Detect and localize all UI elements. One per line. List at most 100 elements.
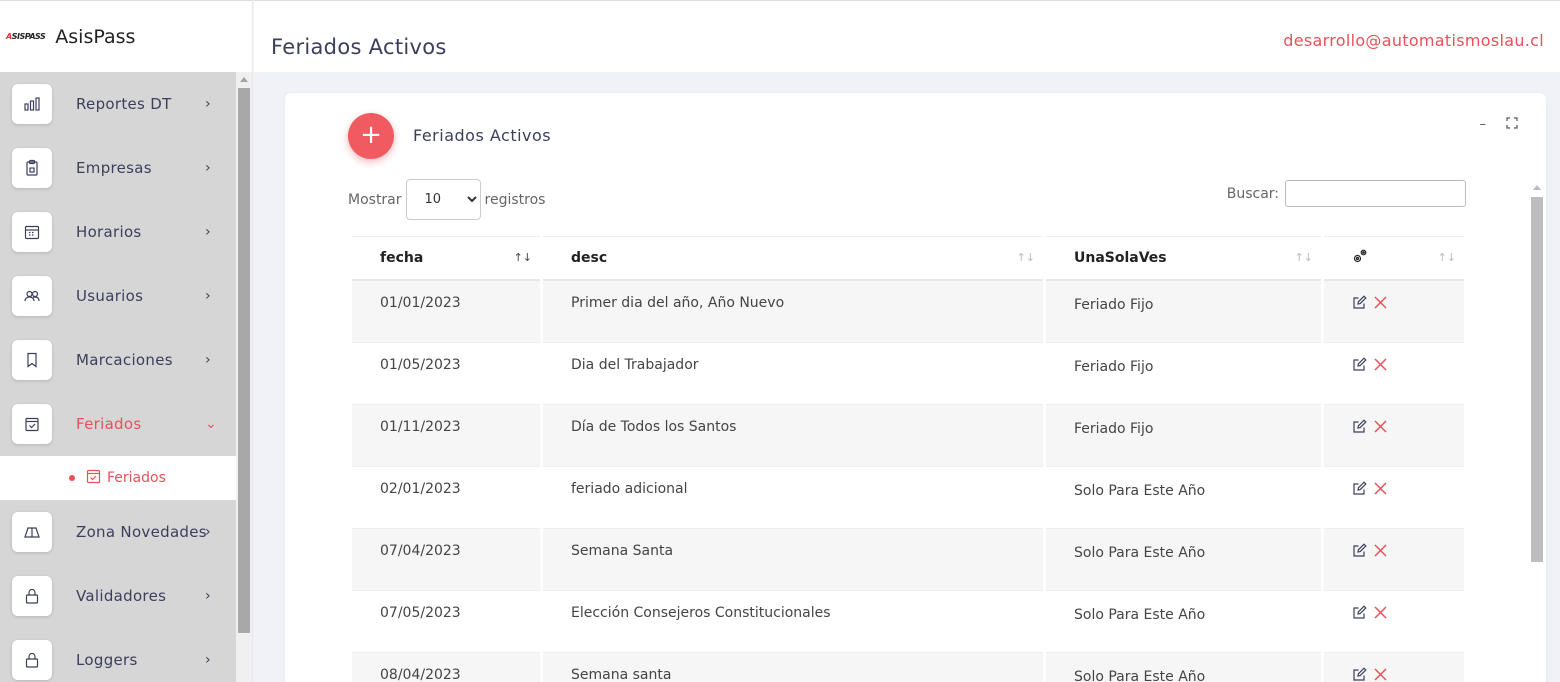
column-header-fecha[interactable]: fecha ↑↓ [352, 236, 540, 281]
sidebar-item-feriados[interactable]: Feriados ⌄ [0, 392, 236, 456]
bar-chart-icon [12, 84, 52, 124]
table-row: 01/11/2023 Día de Todos los Santos Feriado… [352, 405, 1464, 467]
sort-icon[interactable]: ↑↓ [1438, 251, 1456, 264]
delete-icon[interactable] [1373, 605, 1388, 624]
sidebar: ASISPASS AsisPass Reportes DT › Empresas… [0, 0, 253, 682]
sidebar-item-loggers[interactable]: Loggers › [0, 628, 236, 682]
table-row: 07/04/2023 Semana Santa Solo Para Este Año [352, 529, 1464, 591]
sort-asc-icon[interactable]: ↑↓ [514, 251, 532, 264]
length-suffix: registros [484, 191, 546, 208]
edit-icon[interactable] [1352, 357, 1367, 376]
column-header-label: desc [571, 250, 608, 266]
table-row: 02/01/2023 feriado adicional Solo Para Est… [352, 467, 1464, 529]
cell-fecha: 02/01/2023 [352, 467, 540, 529]
cell-fecha: 07/04/2023 [352, 529, 540, 591]
card-tools: – [1480, 117, 1519, 133]
sort-icon[interactable]: ↑↓ [1295, 251, 1313, 264]
fullscreen-icon[interactable] [1506, 117, 1518, 133]
sidebar-item-zona-novedades[interactable]: Zona Novedades › [0, 500, 236, 564]
cell-unasolaves: Solo Para Este Año [1046, 653, 1321, 682]
cell-actions [1324, 591, 1464, 653]
scroll-up-arrow-icon[interactable] [1533, 185, 1541, 190]
delete-icon[interactable] [1373, 481, 1388, 500]
cell-fecha: 01/11/2023 [352, 405, 540, 467]
sidebar-item-label: Marcaciones [76, 351, 173, 369]
brand[interactable]: ASISPASS AsisPass [0, 0, 252, 72]
column-header-label: fecha [380, 250, 424, 266]
chevron-right-icon: › [205, 352, 211, 368]
table-header-row: fecha ↑↓ desc ↑↓ UnaSolaVes ↑↓ ↑↓ [352, 236, 1464, 281]
sidebar-item-label: Usuarios [76, 287, 144, 305]
cell-actions [1324, 343, 1464, 405]
sidebar-item-label: Feriados [76, 415, 142, 433]
cell-desc: Semana Santa [543, 529, 1043, 591]
edit-icon[interactable] [1352, 667, 1367, 682]
delete-icon[interactable] [1373, 357, 1388, 376]
table-row: 01/01/2023 Primer dia del año, Año Nuevo F… [352, 281, 1464, 343]
sidebar-item-empresas[interactable]: Empresas › [0, 136, 236, 200]
scroll-up-arrow-icon[interactable] [240, 77, 248, 82]
minimize-icon[interactable]: – [1480, 117, 1487, 133]
table-scrollbar[interactable] [1529, 181, 1546, 682]
delete-icon[interactable] [1373, 667, 1388, 682]
delete-icon[interactable] [1373, 543, 1388, 562]
chevron-right-icon: › [205, 160, 211, 176]
table-row: 08/04/2023 Semana santa Solo Para Este Año [352, 653, 1464, 682]
submenu-item-feriados[interactable]: Feriados [0, 456, 236, 500]
sidebar-scrollbar[interactable] [236, 72, 252, 682]
brand-logo: ASISPASS [6, 32, 46, 41]
cell-actions [1324, 529, 1464, 591]
sidebar-item-label: Zona Novedades [76, 523, 207, 541]
calendar-grid-icon [12, 212, 52, 252]
sidebar-item-validadores[interactable]: Validadores › [0, 564, 236, 628]
column-header-actions[interactable]: ↑↓ [1324, 236, 1464, 281]
calendar-check-icon [86, 469, 101, 488]
column-header-label: UnaSolaVes [1074, 250, 1167, 266]
user-email-link[interactable]: desarrollo@automatismoslau.cl [1283, 31, 1544, 50]
sidebar-item-label: Empresas [76, 159, 152, 177]
chevron-right-icon: › [205, 288, 211, 304]
sidebar-item-label: Horarios [76, 223, 142, 241]
cell-actions [1324, 467, 1464, 529]
cell-unasolaves: Solo Para Este Año [1046, 467, 1321, 529]
delete-icon[interactable] [1373, 295, 1388, 314]
sidebar-item-reportes-dt[interactable]: Reportes DT › [0, 72, 236, 136]
chevron-right-icon: › [205, 588, 211, 604]
cell-fecha: 08/04/2023 [352, 653, 540, 682]
add-feriado-button[interactable]: + [348, 113, 394, 159]
page-title: Feriados Activos [271, 35, 447, 59]
sidebar-menu: Reportes DT › Empresas › Horarios › Usua… [0, 72, 236, 682]
scrollbar-thumb[interactable] [1531, 197, 1543, 562]
submenu-label: Feriados [107, 470, 166, 486]
table-row: 07/05/2023 Elección Consejeros Constituci… [352, 591, 1464, 653]
sidebar-item-label: Reportes DT [76, 95, 172, 113]
sidebar-item-label: Validadores [76, 587, 167, 605]
delete-icon[interactable] [1373, 419, 1388, 438]
search-input[interactable] [1285, 180, 1466, 207]
length-prefix: Mostrar [348, 191, 402, 208]
sidebar-item-marcaciones[interactable]: Marcaciones › [0, 328, 236, 392]
cell-unasolaves: Solo Para Este Año [1046, 529, 1321, 591]
cell-unasolaves: Feriado Fijo [1046, 281, 1321, 343]
cell-desc: Día de Todos los Santos [543, 405, 1043, 467]
column-header-desc[interactable]: desc ↑↓ [543, 236, 1043, 281]
sort-icon[interactable]: ↑↓ [1017, 251, 1035, 264]
edit-icon[interactable] [1352, 543, 1367, 562]
edit-icon[interactable] [1352, 419, 1367, 438]
calendar-check-icon [12, 404, 52, 444]
cell-unasolaves: Solo Para Este Año [1046, 591, 1321, 653]
edit-icon[interactable] [1352, 481, 1367, 500]
page-length-control: Mostrar 10 registros [348, 179, 545, 220]
sidebar-item-usuarios[interactable]: Usuarios › [0, 264, 236, 328]
sidebar-item-horarios[interactable]: Horarios › [0, 200, 236, 264]
page-length-select[interactable]: 10 [405, 179, 481, 220]
sidebar-item-label: Loggers [76, 651, 138, 669]
cell-unasolaves: Feriado Fijo [1046, 405, 1321, 467]
edit-icon[interactable] [1352, 295, 1367, 314]
column-header-unasolaves[interactable]: UnaSolaVes ↑↓ [1046, 236, 1321, 281]
edit-icon[interactable] [1352, 605, 1367, 624]
feriados-card: + Feriados Activos – Mostrar 10 registro… [285, 93, 1546, 682]
cell-desc: Dia del Trabajador [543, 343, 1043, 405]
clipboard-icon [12, 148, 52, 188]
scrollbar-thumb[interactable] [238, 88, 250, 633]
